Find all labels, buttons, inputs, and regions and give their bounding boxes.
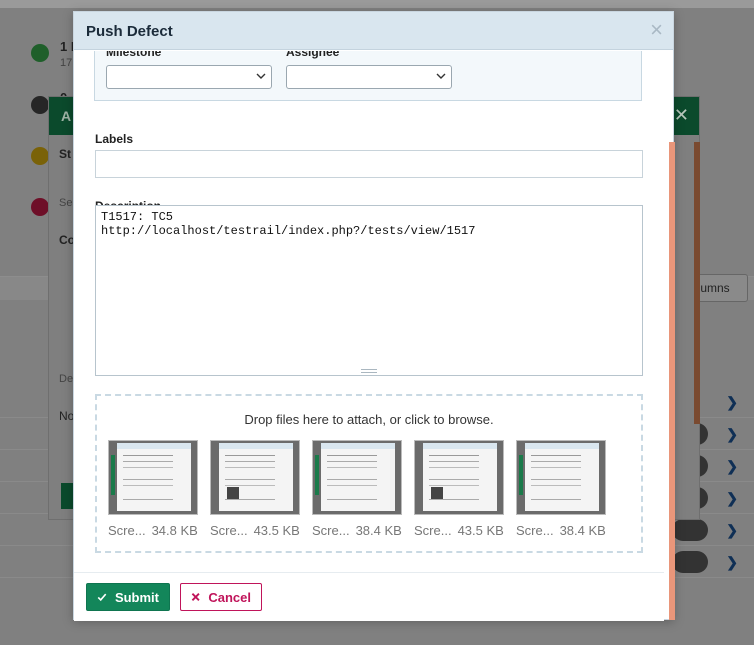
attachment-size: 34.8 KB [151, 523, 198, 538]
milestone-assignee-group: Milestone Assignee [94, 51, 642, 101]
attachment-meta: Scre... 34.8 KB [108, 523, 200, 538]
attachment-size: 38.4 KB [355, 523, 402, 538]
status-dot-blocked [31, 96, 49, 114]
dialog-scrollbar[interactable] [669, 142, 675, 620]
labels-input[interactable] [95, 150, 643, 178]
cancel-button[interactable]: Cancel [180, 583, 262, 611]
status-label: St [59, 147, 71, 161]
screenshot-preview [516, 440, 606, 515]
add-result-dialog-title: A [61, 108, 72, 124]
push-defect-dialog: Push Defect × Milestone Assignee Labels … [73, 11, 675, 621]
attachment-thumbnail[interactable]: Scre... 43.5 KB [210, 440, 302, 538]
attachment-size: 38.4 KB [559, 523, 606, 538]
attachment-meta: Scre... 38.4 KB [516, 523, 608, 538]
screenshot-preview [210, 440, 300, 515]
attachment-meta: Scre... 43.5 KB [210, 523, 302, 538]
attachment-size: 43.5 KB [457, 523, 504, 538]
screenshot-preview [312, 440, 402, 515]
attachment-dropzone[interactable]: Drop files here to attach, or click to b… [95, 394, 643, 553]
close-icon[interactable]: × [650, 19, 663, 41]
description-textarea[interactable]: T1517: TC5 http://localhost/testrail/ind… [95, 205, 643, 376]
add-result-button[interactable] [61, 483, 73, 509]
textarea-resize-handle[interactable] [361, 369, 377, 373]
background-scrollbar[interactable] [694, 142, 700, 424]
attachment-name: Scre... [210, 523, 248, 538]
screenshot-preview [414, 440, 504, 515]
chevron-right-icon[interactable]: ❯ [726, 458, 738, 475]
chevron-right-icon[interactable]: ❯ [726, 490, 738, 507]
background-stat-sub: 17 [60, 57, 73, 69]
milestone-select[interactable] [106, 65, 272, 89]
attachment-thumbnail[interactable]: Scre... 38.4 KB [516, 440, 608, 538]
chevron-right-icon[interactable]: ❯ [726, 394, 738, 411]
attachment-size: 43.5 KB [253, 523, 300, 538]
attachment-thumbnail[interactable]: Scre... 34.8 KB [108, 440, 200, 538]
chevron-right-icon[interactable]: ❯ [726, 426, 738, 443]
dropzone-text: Drop files here to attach, or click to b… [244, 412, 494, 427]
submit-label: Submit [114, 589, 159, 605]
status-hint: Se [59, 197, 73, 209]
attachment-thumbnail[interactable]: Scre... 38.4 KB [312, 440, 404, 538]
submit-button[interactable]: Submit [86, 583, 170, 611]
cancel-label: Cancel [208, 589, 251, 605]
assignee-select[interactable] [286, 65, 452, 89]
chevron-down-icon [256, 73, 266, 79]
attachment-thumbnail[interactable]: Scre... 43.5 KB [414, 440, 506, 538]
description-hint: De [59, 373, 74, 385]
status-pill[interactable] [672, 519, 708, 541]
attachment-name: Scre... [516, 523, 554, 538]
chevron-down-icon [436, 73, 446, 79]
attachment-name: Scre... [414, 523, 452, 538]
status-dot-retest [31, 147, 49, 165]
status-pill[interactable] [672, 551, 708, 573]
attachment-meta: Scre... 43.5 KB [414, 523, 506, 538]
status-dot-failed [31, 198, 49, 216]
labels-label: Labels [95, 132, 134, 146]
screenshot-preview [108, 440, 198, 515]
status-dot-passed [31, 44, 49, 62]
assignee-label: Assignee [286, 51, 340, 59]
dialog-body: Milestone Assignee Labels Description T1… [74, 51, 673, 572]
milestone-label: Milestone [106, 51, 162, 59]
dialog-title: Push Defect [86, 23, 173, 40]
attachment-meta: Scre... 38.4 KB [312, 523, 404, 538]
chevron-right-icon[interactable]: ❯ [726, 522, 738, 539]
attachment-name: Scre... [108, 523, 146, 538]
close-icon[interactable]: ✕ [674, 105, 689, 126]
x-icon [191, 593, 200, 601]
dialog-footer: Submit Cancel [74, 572, 664, 621]
check-icon [97, 593, 107, 602]
attachment-name: Scre... [312, 523, 350, 538]
background-topbar [0, 0, 754, 8]
chevron-right-icon[interactable]: ❯ [726, 554, 738, 571]
dialog-header: Push Defect × [74, 12, 673, 50]
